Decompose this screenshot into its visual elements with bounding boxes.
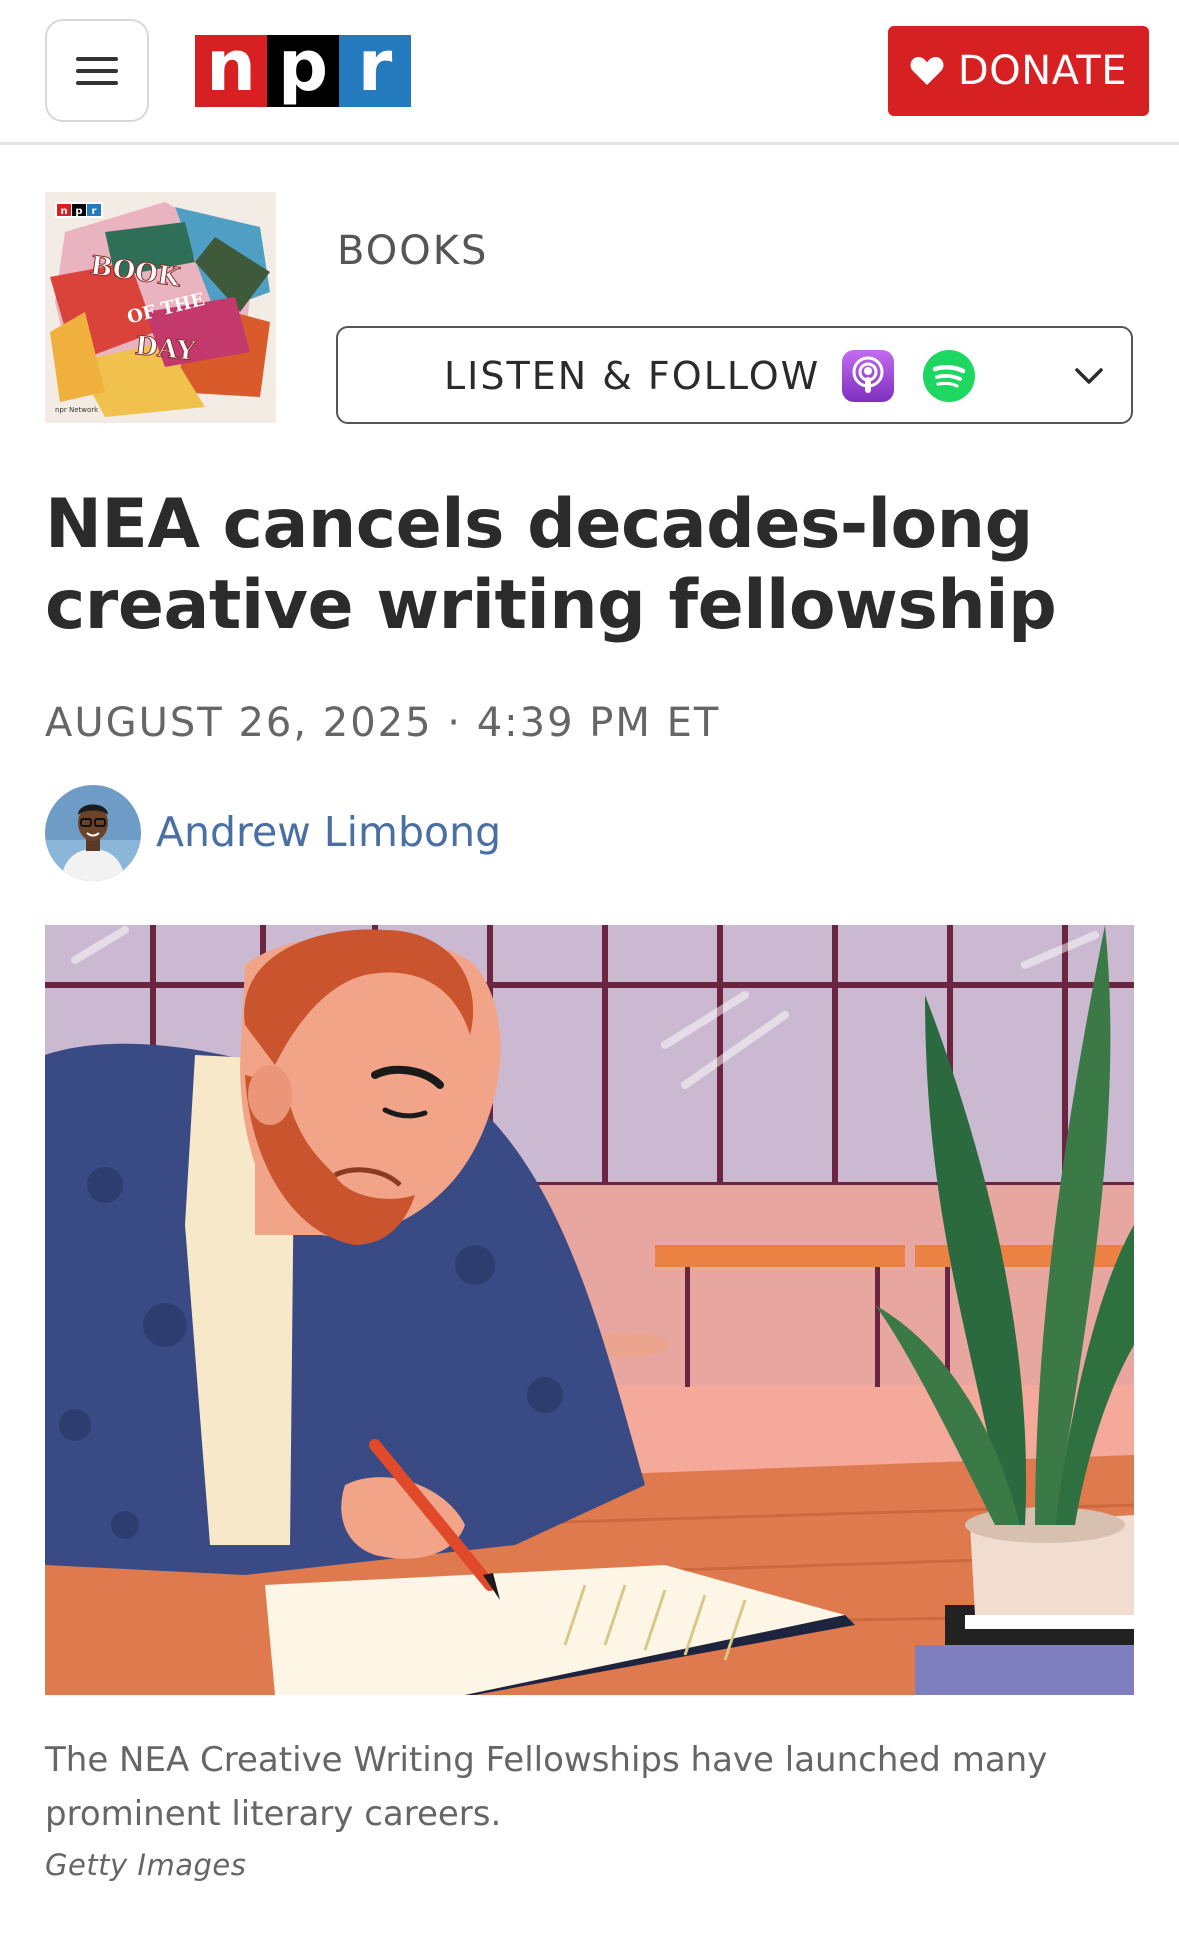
- image-caption: The NEA Creative Writing Fellowships hav…: [45, 1740, 1048, 1834]
- npr-logo-p: p: [267, 31, 339, 107]
- article-hero-image[interactable]: [45, 925, 1134, 1695]
- avatar-image: [45, 785, 141, 881]
- article-dateline: AUGUST 26, 2025 · 4:39 PM ET: [45, 700, 721, 746]
- npr-logo-n: n: [195, 31, 267, 107]
- art-logo-n: n: [60, 206, 67, 217]
- writer-illustration: [45, 925, 1134, 1695]
- art-logo-p: p: [75, 206, 82, 217]
- author-link[interactable]: Andrew Limbong: [156, 808, 501, 856]
- npr-logo[interactable]: n p r: [195, 31, 411, 107]
- npr-logo-r: r: [339, 31, 411, 107]
- book-of-the-day-podcast-art[interactable]: n p r BOOK OF THE DAY npr Network: [45, 192, 276, 423]
- listen-and-follow-button[interactable]: LISTEN & FOLLOW: [336, 326, 1133, 424]
- hamburger-menu-icon: [76, 56, 118, 61]
- apple-podcasts-icon[interactable]: [842, 350, 894, 402]
- art-footer-label: npr Network: [55, 406, 99, 414]
- article-headline: NEA cancels decades-long creative writin…: [45, 484, 1135, 646]
- chevron-down-icon[interactable]: [1073, 360, 1105, 392]
- hamburger-menu-icon-line: [76, 80, 118, 85]
- podcast-art-illustration: n p r BOOK OF THE DAY npr Network: [45, 192, 276, 423]
- headline-line-2: creative writing fellowship: [45, 566, 1057, 645]
- image-credit: Getty Images: [45, 1848, 247, 1882]
- spotify-icon[interactable]: [923, 350, 975, 402]
- donate-button[interactable]: DONATE: [888, 26, 1149, 116]
- top-navigation-bar: n p r DONATE: [0, 0, 1179, 145]
- section-label-books[interactable]: BOOKS: [337, 228, 488, 274]
- donate-label: DONATE: [957, 48, 1128, 94]
- heart-icon: [910, 57, 944, 85]
- hamburger-menu-icon-line: [76, 68, 118, 73]
- author-avatar[interactable]: [45, 785, 141, 881]
- listen-follow-label: LISTEN & FOLLOW: [444, 354, 821, 398]
- art-text-day: DAY: [134, 331, 197, 367]
- headline-line-1: NEA cancels decades-long: [45, 485, 1033, 564]
- menu-button[interactable]: [45, 19, 149, 122]
- art-logo-r: r: [92, 206, 97, 217]
